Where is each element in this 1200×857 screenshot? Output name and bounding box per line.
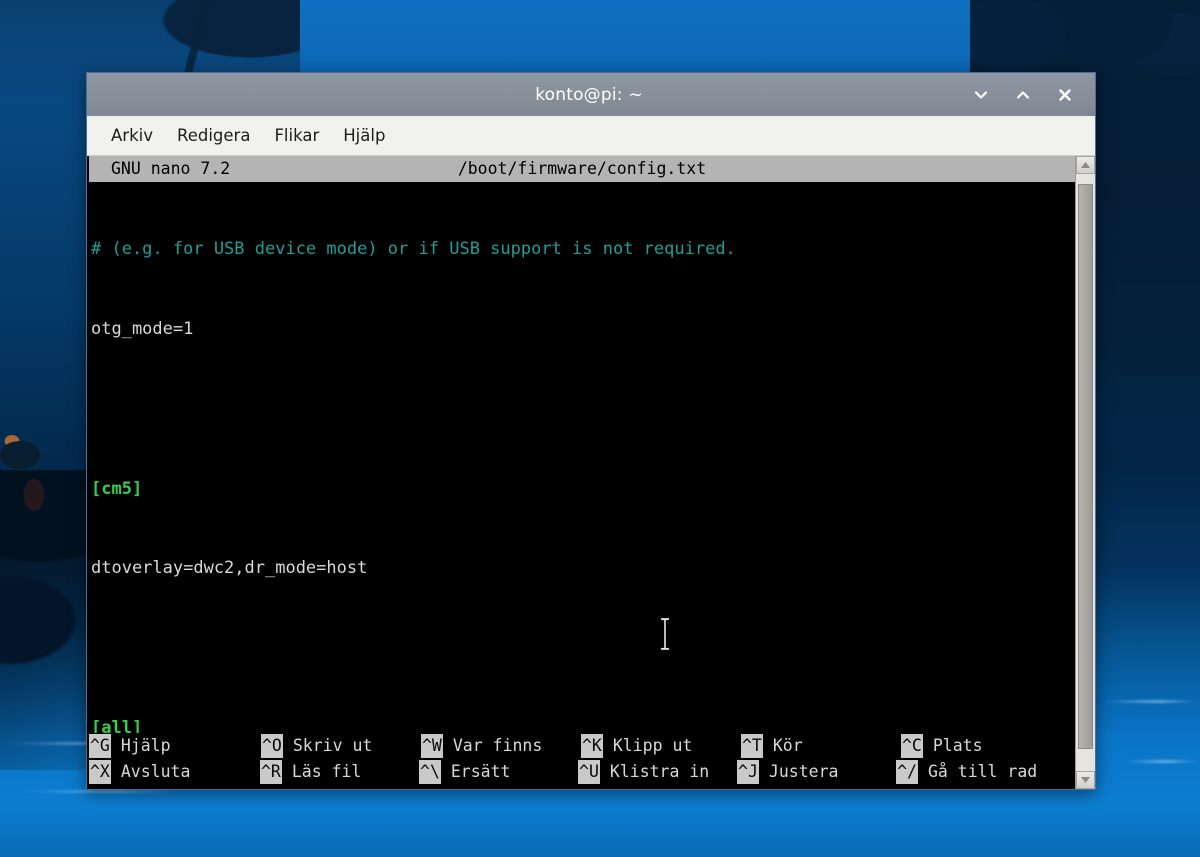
- shortcut-label: Gå till rad: [918, 759, 1037, 785]
- shortcut-write-out[interactable]: ^O Skriv ut: [261, 733, 421, 759]
- shortcut-key: ^U: [578, 760, 600, 784]
- window-titlebar[interactable]: konto@pi: ~: [87, 73, 1095, 116]
- editor-line: # (e.g. for USB device mode) or if USB s…: [91, 236, 1075, 263]
- window-controls: [971, 85, 1095, 105]
- terminal-area[interactable]: GNU nano 7.2 /boot/firmware/config.txt #…: [87, 156, 1095, 789]
- shortcut-label: Var finns: [443, 733, 542, 759]
- menu-item-flikar[interactable]: Flikar: [262, 122, 331, 149]
- shortcut-label: Plats: [923, 733, 983, 759]
- shortcut-paste[interactable]: ^U Klistra in: [578, 759, 737, 785]
- editor-line: dtoverlay=dwc2,dr_mode=host: [91, 555, 1075, 582]
- close-icon[interactable]: [1055, 85, 1075, 105]
- shortcut-label: Hjälp: [111, 733, 171, 759]
- shortcut-key: ^\: [419, 760, 441, 784]
- shortcut-key: ^R: [260, 760, 282, 784]
- shortcut-location[interactable]: ^C Plats: [901, 733, 1061, 759]
- nano-titlebar: GNU nano 7.2 /boot/firmware/config.txt: [89, 156, 1075, 182]
- shortcut-go-to-line[interactable]: ^/ Gå till rad: [896, 759, 1075, 785]
- scrollbar-down-arrow-icon[interactable]: [1076, 771, 1095, 789]
- nano-text-area[interactable]: # (e.g. for USB device mode) or if USB s…: [89, 182, 1075, 733]
- scrollbar-thumb[interactable]: [1078, 184, 1093, 749]
- chevron-up-icon[interactable]: [1013, 85, 1033, 105]
- shortcut-label: Klipp ut: [603, 733, 692, 759]
- desktop: konto@pi: ~ Arkiv Redigera Flikar Hjälp: [0, 0, 1200, 857]
- shortcut-key: ^K: [581, 734, 603, 758]
- editor-line: [cm5]: [91, 476, 1075, 503]
- wallpaper-bird: [0, 425, 70, 545]
- shortcut-where-is[interactable]: ^W Var finns: [421, 733, 581, 759]
- shortcut-label: Avsluta: [111, 759, 191, 785]
- scrollbar-track[interactable]: [1076, 174, 1095, 771]
- wallpaper-ripple: [1100, 700, 1200, 703]
- shortcut-key: ^W: [421, 734, 443, 758]
- menu-item-arkiv[interactable]: Arkiv: [99, 122, 165, 149]
- editor-line: [all]: [91, 715, 1075, 733]
- wallpaper-ripple: [20, 790, 180, 793]
- shortcut-cut[interactable]: ^K Klipp ut: [581, 733, 741, 759]
- shortcut-key: ^X: [89, 760, 111, 784]
- nano-filename: /boot/firmware/config.txt: [89, 156, 1075, 182]
- menu-item-hjalp[interactable]: Hjälp: [331, 122, 397, 149]
- shortcut-key: ^O: [261, 734, 283, 758]
- nano-shortcut-bar: ^G Hjälp ^O Skriv ut ^W Var finns ^K: [89, 733, 1075, 789]
- shortcut-label: Kör: [763, 733, 803, 759]
- menubar: Arkiv Redigera Flikar Hjälp: [87, 116, 1095, 156]
- shortcut-exit[interactable]: ^X Avsluta: [89, 759, 260, 785]
- shortcut-key: ^G: [89, 734, 111, 758]
- shortcut-justify[interactable]: ^J Justera: [737, 759, 896, 785]
- shortcut-read-file[interactable]: ^R Läs fil: [260, 759, 419, 785]
- shortcut-label: Klistra in: [600, 759, 709, 785]
- shortcut-key: ^J: [737, 760, 759, 784]
- shortcut-key: ^C: [901, 734, 923, 758]
- shortcut-help[interactable]: ^G Hjälp: [89, 733, 261, 759]
- window-title: konto@pi: ~: [87, 85, 971, 105]
- nano-shortcut-row-1: ^G Hjälp ^O Skriv ut ^W Var finns ^K: [89, 733, 1075, 759]
- shortcut-label: Läs fil: [282, 759, 362, 785]
- terminal-scrollbar[interactable]: [1075, 156, 1095, 789]
- shortcut-key: ^T: [741, 734, 763, 758]
- menu-item-redigera[interactable]: Redigera: [165, 122, 262, 149]
- nano-editor[interactable]: GNU nano 7.2 /boot/firmware/config.txt #…: [87, 156, 1075, 789]
- shortcut-label: Justera: [759, 759, 839, 785]
- editor-line: [91, 635, 1075, 662]
- shortcut-execute[interactable]: ^T Kör: [741, 733, 901, 759]
- shortcut-key: ^/: [896, 760, 918, 784]
- mouse-ibeam-cursor: [535, 590, 549, 624]
- nano-shortcut-row-2: ^X Avsluta ^R Läs fil ^\ Ersätt ^U: [89, 759, 1075, 785]
- wallpaper-ripple: [1120, 760, 1200, 763]
- shortcut-label: Skriv ut: [283, 733, 372, 759]
- editor-line: otg_mode=1: [91, 316, 1075, 343]
- shortcut-label: Ersätt: [441, 759, 511, 785]
- scrollbar-up-arrow-icon[interactable]: [1076, 156, 1095, 174]
- terminal-window[interactable]: konto@pi: ~ Arkiv Redigera Flikar Hjälp: [86, 72, 1096, 790]
- shortcut-replace[interactable]: ^\ Ersätt: [419, 759, 578, 785]
- chevron-down-icon[interactable]: [971, 85, 991, 105]
- editor-line: [91, 396, 1075, 423]
